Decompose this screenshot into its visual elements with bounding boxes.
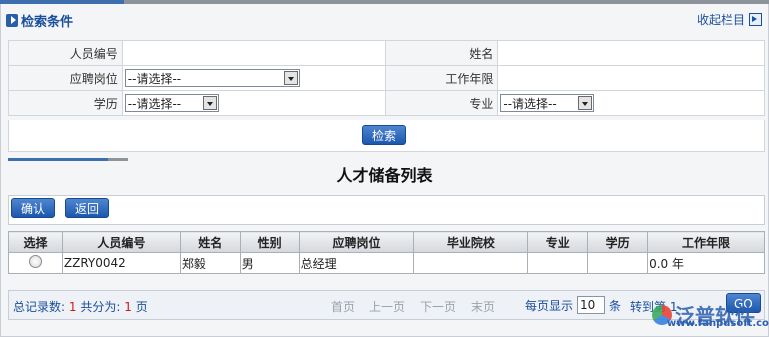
- row-select-radio[interactable]: [28, 255, 42, 268]
- table-row[interactable]: ZZRY0042 郑毅 男 总经理 0.0 年: [8, 252, 765, 274]
- row-position: 总经理: [298, 252, 415, 274]
- major-select[interactable]: --请选择--: [500, 94, 595, 112]
- row-employee-no: ZZRY0042: [61, 252, 181, 274]
- row-school: [413, 252, 529, 274]
- name-label: 姓名: [384, 40, 499, 66]
- work-years-input[interactable]: [497, 65, 765, 91]
- column-header: 人员编号: [61, 231, 181, 253]
- back-button[interactable]: 返回: [65, 198, 110, 218]
- section-arrow-icon: [6, 13, 18, 27]
- education-label: 学历: [8, 90, 123, 116]
- confirm-button[interactable]: 确认: [11, 198, 56, 218]
- education-select-value: --请选择--: [127, 96, 182, 111]
- chevron-down-icon[interactable]: [202, 96, 217, 110]
- list-title: 人才储备列表: [336, 166, 433, 185]
- collapse-icon: [749, 13, 762, 26]
- major-label: 专业: [384, 90, 499, 116]
- row-select-cell: [8, 252, 63, 274]
- row-name: 郑毅: [179, 252, 241, 274]
- prev-page-link[interactable]: 上一页: [369, 298, 405, 315]
- record-summary: 总记录数: 1 共分为: 1 页: [13, 298, 148, 315]
- search-section-header: 检索条件: [6, 11, 74, 30]
- major-select-value: --请选择--: [503, 96, 557, 111]
- column-header: 姓名: [179, 231, 241, 253]
- collapse-section-button[interactable]: 收起栏目: [697, 11, 762, 28]
- page-size-label: 每页显示: [525, 298, 574, 313]
- row-gender: 男: [239, 252, 300, 274]
- last-page-link[interactable]: 末页: [471, 298, 495, 315]
- list-toolbar: 确认 返回: [8, 195, 765, 225]
- column-header: 学历: [587, 231, 649, 253]
- total-label: 总记录数:: [13, 300, 66, 314]
- name-input[interactable]: [497, 40, 765, 66]
- chevron-down-icon[interactable]: [578, 96, 593, 110]
- search-section-title: 检索条件: [21, 14, 74, 30]
- chevron-down-icon[interactable]: [283, 71, 298, 85]
- search-button-row: 检索: [8, 120, 765, 152]
- row-work-years: 0.0 年: [647, 252, 765, 274]
- section-divider-accent: [8, 158, 108, 161]
- pages-label: 共分为:: [80, 300, 121, 314]
- position-label: 应聘岗位: [8, 65, 123, 91]
- talent-table: 选择 人员编号 姓名 性别 应聘岗位 毕业院校 专业 学历 工作年限 ZZRY0…: [8, 231, 765, 274]
- education-cell: --请选择--: [121, 90, 386, 116]
- page-size-input[interactable]: 10: [577, 296, 606, 314]
- column-header: 专业: [527, 231, 589, 253]
- column-header: 应聘岗位: [298, 231, 415, 253]
- position-cell: --请选择--: [121, 65, 386, 91]
- page-size-control: 每页显示 10 条: [525, 296, 621, 314]
- pages-unit: 页: [135, 300, 148, 314]
- column-header: 性别: [239, 231, 300, 253]
- employee-no-label: 人员编号: [8, 40, 123, 66]
- work-years-label: 工作年限: [384, 65, 499, 91]
- employee-no-input[interactable]: [121, 40, 386, 66]
- search-button[interactable]: 检索: [362, 125, 407, 145]
- next-page-link[interactable]: 下一页: [420, 298, 456, 315]
- position-select[interactable]: --请选择--: [124, 69, 300, 87]
- collapse-label: 收起栏目: [696, 13, 745, 27]
- search-form: 人员编号 姓名 应聘岗位 --请选择-- 工作年限 学历 --请选择-- 专业 …: [8, 40, 765, 116]
- row-education: [587, 252, 649, 274]
- table-header: 选择 人员编号 姓名 性别 应聘岗位 毕业院校 专业 学历 工作年限: [8, 231, 765, 253]
- page-count: 1: [124, 300, 132, 314]
- column-header: 工作年限: [647, 231, 765, 253]
- row-major: [527, 252, 589, 274]
- major-cell: --请选择--: [497, 90, 765, 116]
- brand-url: www.fanpusoft.com: [667, 318, 769, 329]
- column-header: 选择: [8, 231, 63, 253]
- education-select[interactable]: --请选择--: [124, 94, 219, 112]
- column-header: 毕业院校: [413, 231, 529, 253]
- total-count: 1: [68, 300, 77, 314]
- page-size-unit: 条: [609, 298, 622, 313]
- position-select-value: --请选择--: [127, 71, 182, 86]
- top-bar-accent: [0, 0, 124, 4]
- first-page-link[interactable]: 首页: [331, 298, 355, 315]
